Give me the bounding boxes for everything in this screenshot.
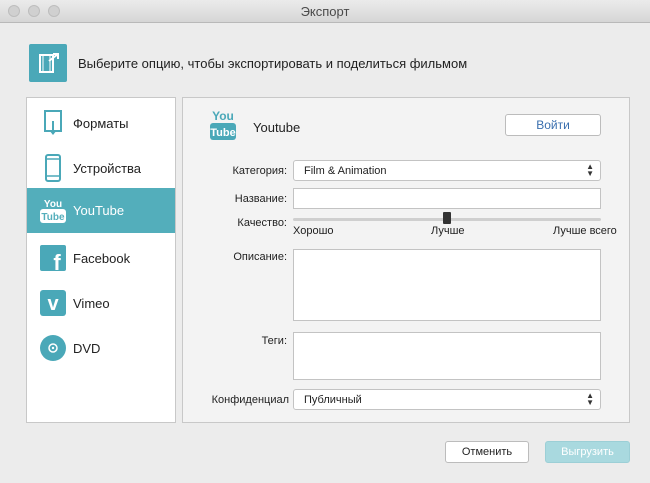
export-window: Экспорт Выберите опцию, чтобы экспортиро… (0, 0, 650, 483)
vimeo-icon: v (40, 290, 66, 316)
quality-tick-best: Лучше всего (553, 225, 617, 237)
sidebar-item-label: DVD (73, 341, 101, 356)
title-bar: Экспорт (0, 0, 650, 23)
vimeo-icon-text: v (47, 293, 59, 315)
quality-label: Качество: (237, 217, 287, 229)
film-export-icon (29, 44, 67, 82)
sidebar-item-dvd[interactable]: DVD (27, 326, 175, 371)
header-instruction: Выберите опцию, чтобы экспортировать и п… (78, 56, 468, 71)
tags-textarea[interactable] (293, 332, 601, 380)
sidebar-item-label: Vimeo (73, 296, 110, 311)
window-title: Экспорт (300, 4, 350, 19)
quality-tick-better: Лучше (431, 225, 465, 237)
dvd-icon (40, 335, 66, 361)
description-label: Описание: (233, 251, 287, 263)
youtube-settings-panel: You Tube Youtube Войти Категория: Film &… (182, 97, 630, 423)
quality-tick-good: Хорошо (293, 225, 334, 237)
quality-slider-knob[interactable] (443, 212, 451, 224)
select-arrows-icon: ▲ ▼ (586, 391, 594, 407)
sidebar-item-label: Устройства (73, 161, 142, 176)
login-button[interactable]: Войти (505, 114, 601, 136)
sidebar-item-facebook[interactable]: f Facebook (27, 236, 175, 281)
tags-label: Теги: (261, 335, 287, 347)
sidebar-item-label: YouTube (73, 203, 125, 218)
youtube-icon-text-top: You (212, 109, 234, 123)
privacy-label: Конфиденциал (211, 394, 289, 406)
facebook-icon: f (40, 245, 66, 272)
sidebar-item-label: Facebook (73, 251, 131, 266)
youtube-icon-text-bottom: Tube (41, 212, 65, 223)
facebook-icon-text: f (53, 250, 61, 272)
youtube-icon: You Tube (210, 109, 236, 140)
export-sidebar: Форматы Устройства You Tube YouTube f Fa… (26, 97, 176, 423)
youtube-icon-text-top: You (44, 199, 62, 210)
name-input[interactable] (293, 188, 601, 209)
category-select[interactable]: Film & Animation ▲ ▼ (293, 160, 601, 181)
description-textarea[interactable] (293, 249, 601, 321)
sidebar-item-devices[interactable]: Устройства (27, 146, 175, 191)
sidebar-item-youtube[interactable]: You Tube YouTube (27, 188, 175, 233)
upload-button[interactable]: Выгрузить (545, 441, 630, 463)
cancel-button[interactable]: Отменить (445, 441, 529, 463)
category-value: Film & Animation (304, 165, 387, 177)
privacy-select[interactable]: Публичный ▲ ▼ (293, 389, 601, 410)
formats-icon (44, 110, 62, 135)
youtube-icon: You Tube (40, 199, 66, 223)
select-arrows-icon: ▲ ▼ (586, 162, 594, 178)
phone-icon (45, 154, 61, 182)
privacy-value: Публичный (304, 394, 362, 406)
category-label: Категория: (232, 165, 287, 177)
youtube-icon-text-bottom: Tube (210, 127, 235, 139)
sidebar-item-label: Форматы (73, 116, 129, 131)
sidebar-item-formats[interactable]: Форматы (27, 101, 175, 146)
name-label: Название: (234, 193, 287, 205)
sidebar-item-vimeo[interactable]: v Vimeo (27, 281, 175, 326)
panel-title: Youtube (253, 120, 301, 135)
